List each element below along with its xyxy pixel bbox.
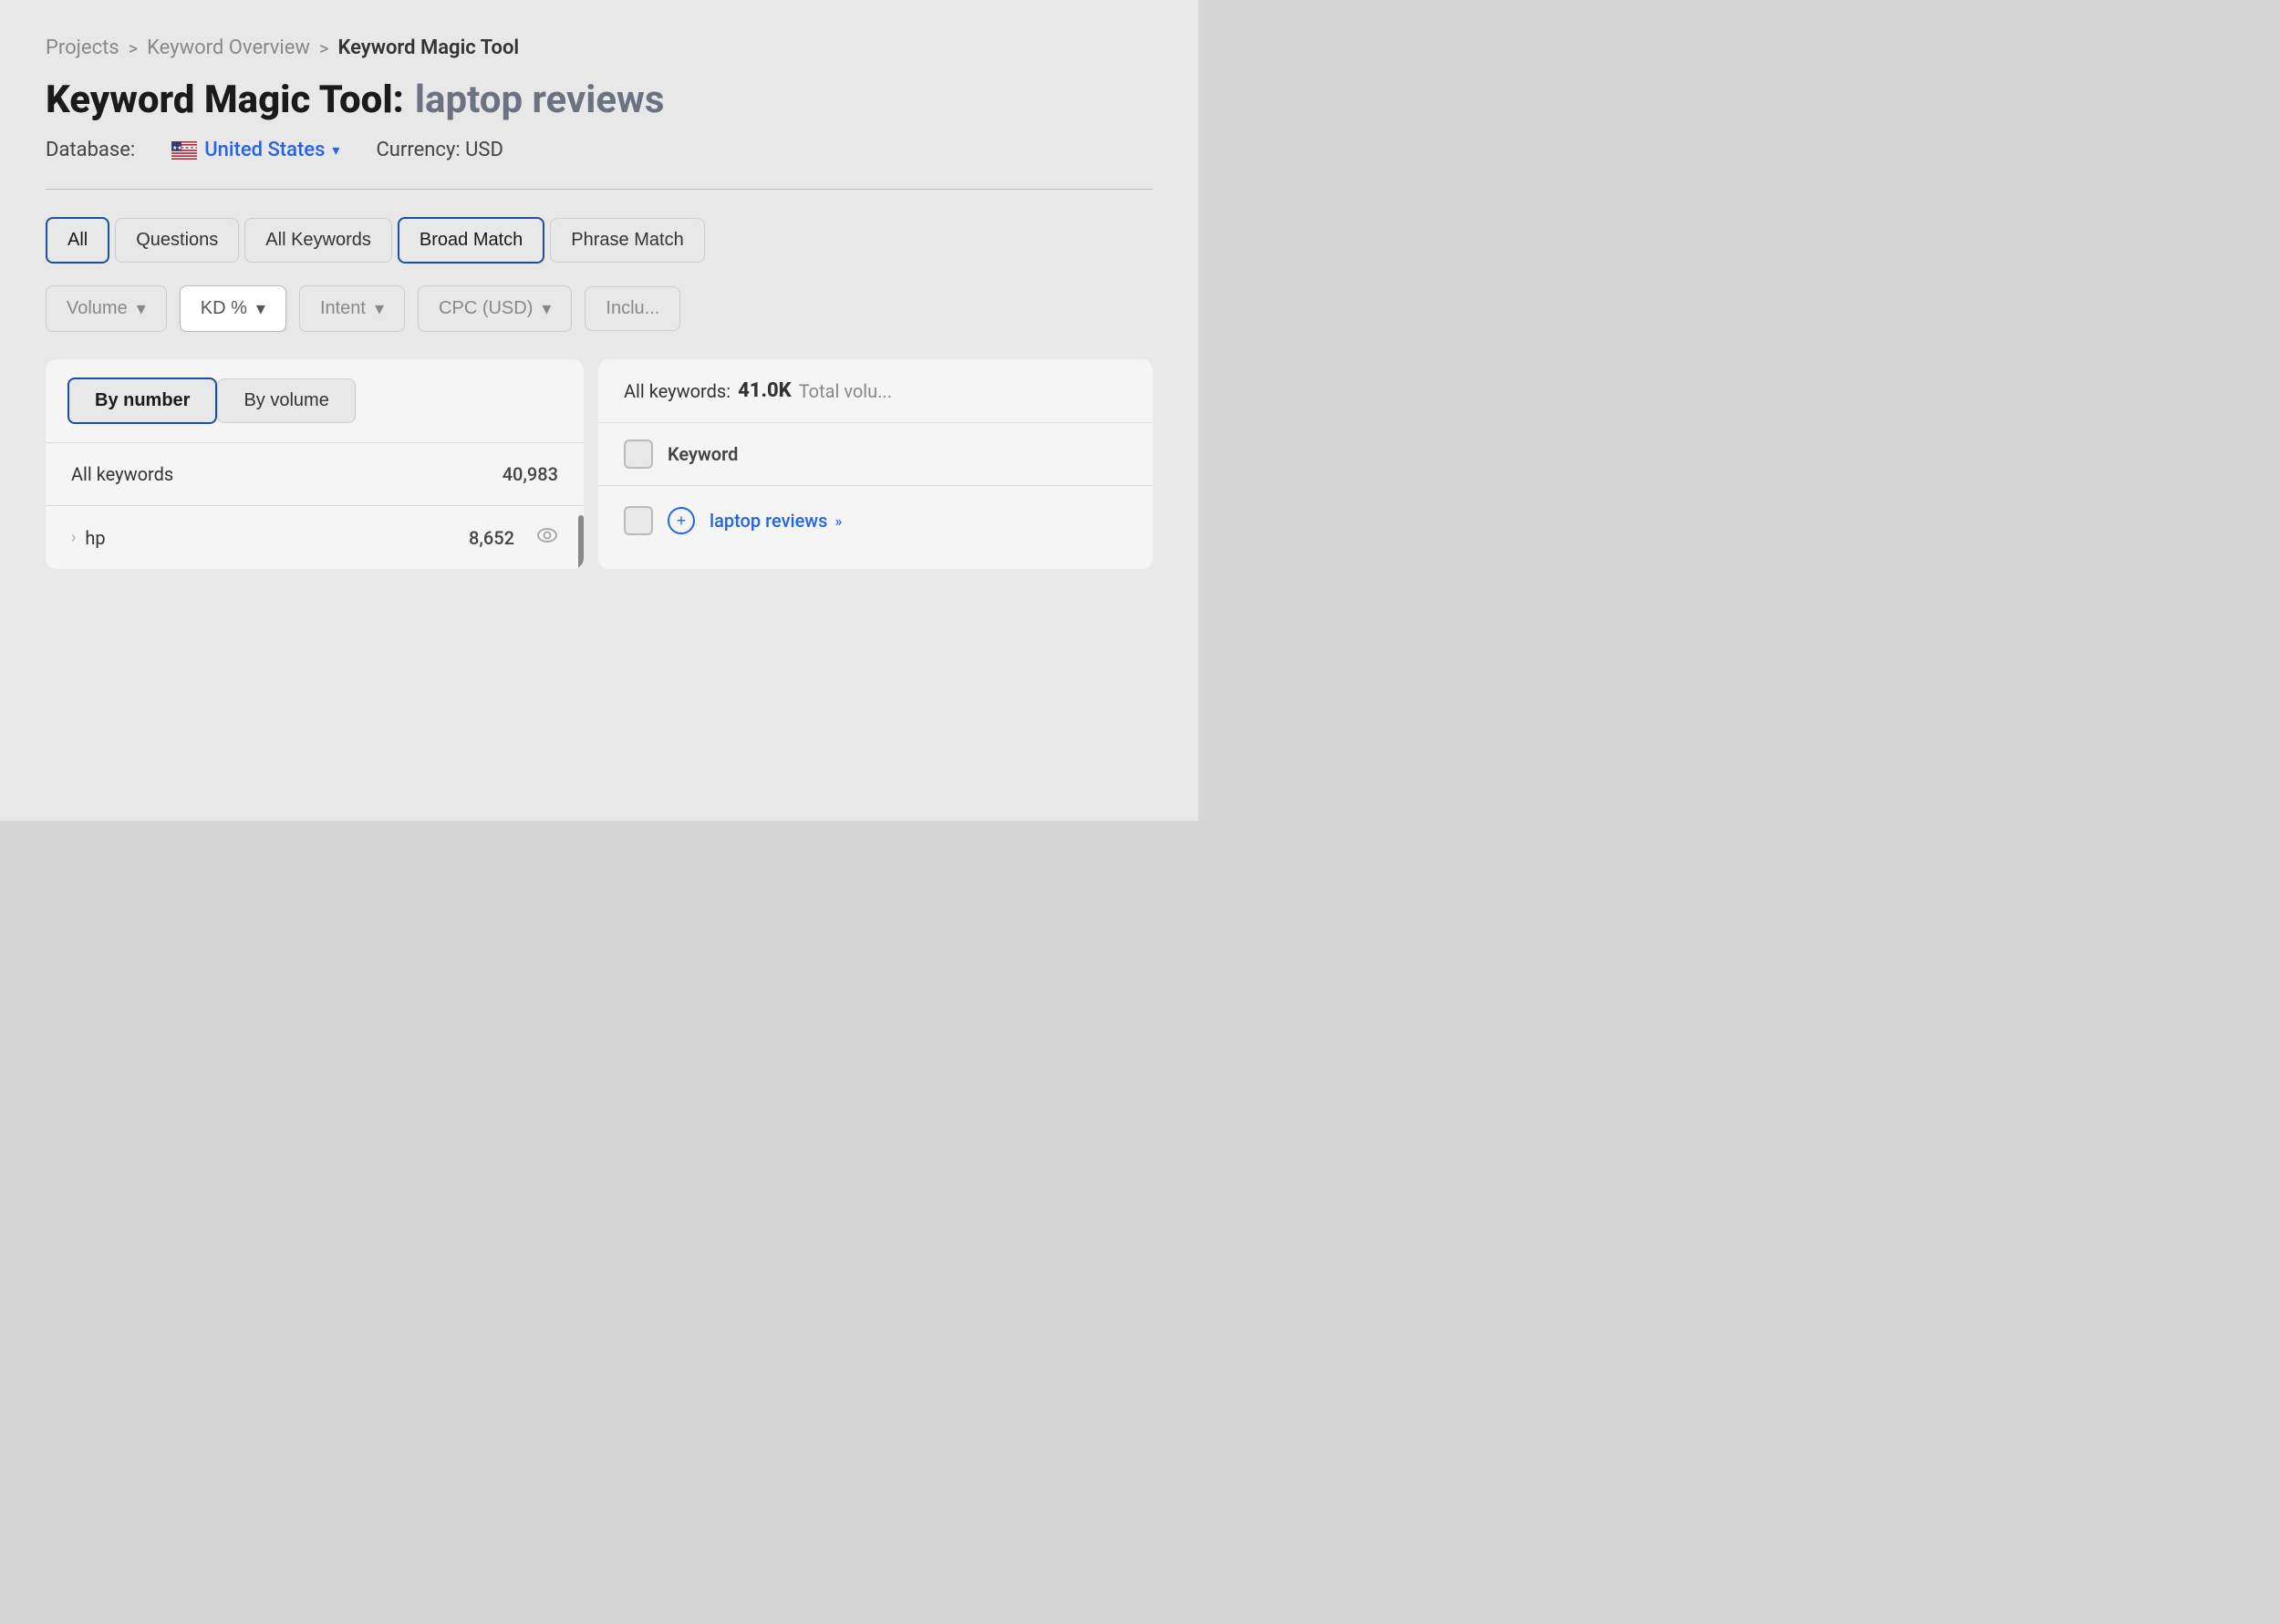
breadcrumb-keyword-overview[interactable]: Keyword Overview — [147, 36, 310, 59]
filter-include[interactable]: Inclu... — [585, 286, 680, 331]
total-volume-label: Total volu... — [799, 380, 892, 402]
page-container: Projects > Keyword Overview > Keyword Ma… — [0, 0, 1198, 821]
main-content: By number By volume All keywords 40,983 … — [46, 359, 1153, 569]
tab-broad-match[interactable]: Broad Match — [398, 217, 544, 264]
tab-questions[interactable]: Questions — [115, 218, 239, 263]
all-keywords-count: 40,983 — [503, 463, 558, 485]
breadcrumb: Projects > Keyword Overview > Keyword Ma… — [46, 36, 1153, 59]
currency-label: Currency: USD — [376, 139, 503, 161]
tab-row: All Questions All Keywords Broad Match P… — [46, 217, 1153, 264]
database-selector[interactable]: ★★★★★★ United States ▾ — [171, 139, 339, 161]
all-keywords-count-value: 41.0K — [738, 379, 792, 402]
breadcrumb-sep-1: > — [129, 37, 138, 59]
all-keywords-summary-prefix: All keywords: — [624, 380, 731, 402]
right-table-header: Keyword — [598, 422, 1153, 485]
filter-intent[interactable]: Intent ▾ — [299, 285, 405, 332]
all-keywords-label: All keywords — [71, 463, 173, 485]
keyword-add-button[interactable]: + — [668, 507, 695, 534]
toggle-by-volume[interactable]: By volume — [217, 378, 355, 423]
intent-chevron-icon: ▾ — [375, 297, 384, 320]
scroll-indicator — [578, 515, 584, 569]
hp-chevron-right-icon: › — [71, 528, 76, 547]
scroll-thumb — [578, 515, 584, 569]
filter-volume[interactable]: Volume ▾ — [46, 285, 167, 332]
right-panel: All keywords: 41.0K Total volu... Keywor… — [598, 359, 1153, 569]
breadcrumb-keyword-magic-tool: Keyword Magic Tool — [337, 36, 519, 59]
svg-text:★★★★★★: ★★★★★★ — [172, 145, 197, 151]
right-panel-header: All keywords: 41.0K Total volu... — [598, 359, 1153, 422]
left-panel-list: All keywords 40,983 › hp 8,652 — [46, 442, 584, 569]
list-item-hp[interactable]: › hp 8,652 — [46, 505, 584, 569]
tab-all-keywords[interactable]: All Keywords — [244, 218, 392, 263]
hp-eye-icon[interactable] — [536, 526, 558, 549]
keyword-link[interactable]: laptop reviews » — [710, 510, 842, 532]
toggle-row: By number By volume — [46, 359, 584, 442]
page-title-keyword: laptop reviews — [415, 78, 665, 122]
toggle-by-number[interactable]: By number — [67, 378, 217, 424]
list-item-all-keywords: All keywords 40,983 — [46, 442, 584, 505]
filter-cpc[interactable]: CPC (USD) ▾ — [418, 285, 572, 332]
kd-chevron-icon: ▾ — [256, 297, 265, 320]
database-country: United States — [204, 139, 325, 161]
keyword-column-header: Keyword — [668, 443, 738, 465]
filter-row: Volume ▾ KD % ▾ Intent ▾ CPC (USD) ▾ Inc… — [46, 285, 1153, 332]
keyword-checkbox[interactable] — [624, 506, 653, 535]
plus-icon: + — [677, 512, 687, 531]
breadcrumb-projects[interactable]: Projects — [46, 36, 119, 59]
database-row: Database: ★★★★★★ United S — [46, 139, 1153, 161]
tab-all[interactable]: All — [46, 217, 109, 264]
section-divider — [46, 189, 1153, 190]
double-chevron-icon: » — [834, 512, 842, 530]
us-flag-icon: ★★★★★★ — [171, 141, 197, 160]
cpc-chevron-icon: ▾ — [542, 297, 551, 320]
hp-label: hp — [85, 527, 105, 549]
filter-kd[interactable]: KD % ▾ — [180, 285, 286, 332]
keyword-row-laptop-reviews: + laptop reviews » — [598, 485, 1153, 555]
volume-chevron-icon: ▾ — [137, 297, 146, 320]
database-label: Database: — [46, 139, 135, 161]
tab-phrase-match[interactable]: Phrase Match — [550, 218, 704, 263]
page-title-prefix: Keyword Magic Tool: — [46, 78, 404, 122]
database-chevron-icon: ▾ — [332, 141, 339, 159]
hp-count: 8,652 — [469, 527, 514, 549]
page-title: Keyword Magic Tool: laptop reviews — [46, 78, 1153, 122]
left-panel: By number By volume All keywords 40,983 … — [46, 359, 584, 569]
breadcrumb-sep-2: > — [319, 37, 328, 59]
select-all-checkbox[interactable] — [624, 440, 653, 469]
